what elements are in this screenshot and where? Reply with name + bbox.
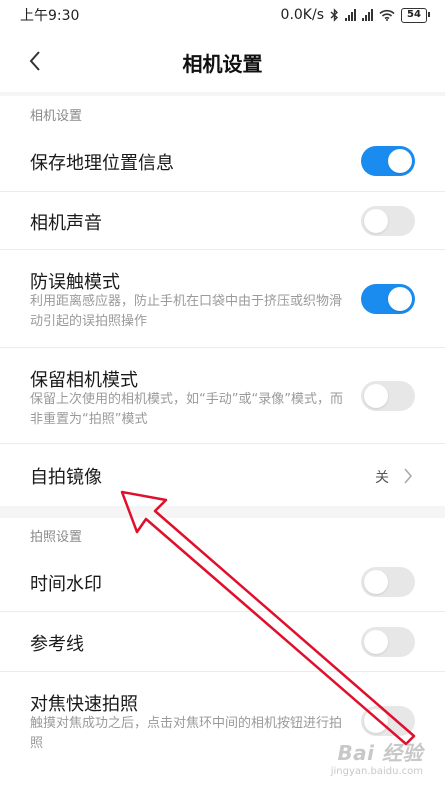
toggle-knob: [388, 149, 412, 173]
toggle-knob: [388, 287, 412, 311]
signal-icon: [345, 9, 356, 21]
setting-row-selfie-mirror[interactable]: 自拍镜像 关: [0, 444, 445, 506]
setting-title: 防误触模式: [30, 272, 120, 293]
section-divider: [0, 506, 445, 518]
toggle-knob: [364, 630, 388, 654]
section-header-camera: 相机设置: [30, 109, 83, 124]
wifi-icon: [379, 9, 395, 21]
setting-row-camera-sound[interactable]: 相机声音: [0, 192, 445, 250]
nav-bar: 相机设置: [0, 30, 445, 92]
toggle-knob: [364, 384, 388, 408]
setting-description: 利用距离感应器，防止手机在口袋中由于挤压或织物滑动引起的误拍照操作: [30, 294, 343, 329]
selfie-mirror-value: 关: [375, 470, 389, 486]
keep-camera-mode-toggle[interactable]: [361, 381, 415, 411]
setting-title: 对焦快速拍照: [30, 694, 138, 715]
signal-icon: [362, 9, 373, 21]
battery-icon: 54: [401, 7, 430, 23]
setting-row-grid-lines[interactable]: 参考线: [0, 612, 445, 672]
focus-quick-shot-toggle[interactable]: [361, 706, 415, 736]
setting-title: 保留相机模式: [30, 370, 138, 391]
setting-row-anti-mistouch[interactable]: 防误触模式 利用距离感应器，防止手机在口袋中由于挤压或织物滑动引起的误拍照操作: [0, 250, 445, 348]
bluetooth-icon: [330, 8, 339, 22]
chevron-right-icon: [404, 468, 413, 484]
setting-title: 自拍镜像: [30, 467, 102, 488]
setting-row-save-location[interactable]: 保存地理位置信息: [0, 130, 445, 192]
toggle-knob: [364, 570, 388, 594]
camera-sound-toggle[interactable]: [361, 206, 415, 236]
watermark: Bai 经验 jingyan.baidu.com: [331, 737, 423, 777]
grid-lines-toggle[interactable]: [361, 627, 415, 657]
setting-title: 参考线: [30, 634, 84, 655]
watermark-url: jingyan.baidu.com: [330, 766, 423, 777]
battery-level: 54: [407, 9, 421, 20]
watermark-logo: Bai 经验: [337, 741, 423, 765]
status-icons: 0.0K/s 54: [280, 7, 430, 23]
toggle-knob: [364, 209, 388, 233]
save-location-toggle[interactable]: [361, 146, 415, 176]
network-speed: 0.0K/s: [280, 7, 324, 23]
header-divider: [0, 92, 445, 96]
toggle-knob: [364, 709, 388, 733]
status-time: 上午9:30: [20, 8, 80, 24]
setting-title: 时间水印: [30, 574, 102, 595]
section-header-photo: 拍照设置: [30, 530, 83, 545]
setting-row-keep-camera-mode[interactable]: 保留相机模式 保留上次使用的相机模式，如“手动”或“录像”模式，而非重置为“拍照…: [0, 348, 445, 444]
status-bar: 上午9:30 0.0K/s 54: [0, 0, 445, 30]
setting-description: 保留上次使用的相机模式，如“手动”或“录像”模式，而非重置为“拍照”模式: [30, 392, 343, 427]
page-title: 相机设置: [182, 52, 263, 76]
anti-mistouch-toggle[interactable]: [361, 284, 415, 314]
setting-row-time-watermark[interactable]: 时间水印: [0, 552, 445, 612]
time-watermark-toggle[interactable]: [361, 567, 415, 597]
setting-description: 触摸对焦成功之后，点击对焦环中间的相机按钮进行拍照: [30, 716, 343, 751]
setting-title: 相机声音: [30, 213, 102, 234]
setting-title: 保存地理位置信息: [30, 153, 174, 174]
